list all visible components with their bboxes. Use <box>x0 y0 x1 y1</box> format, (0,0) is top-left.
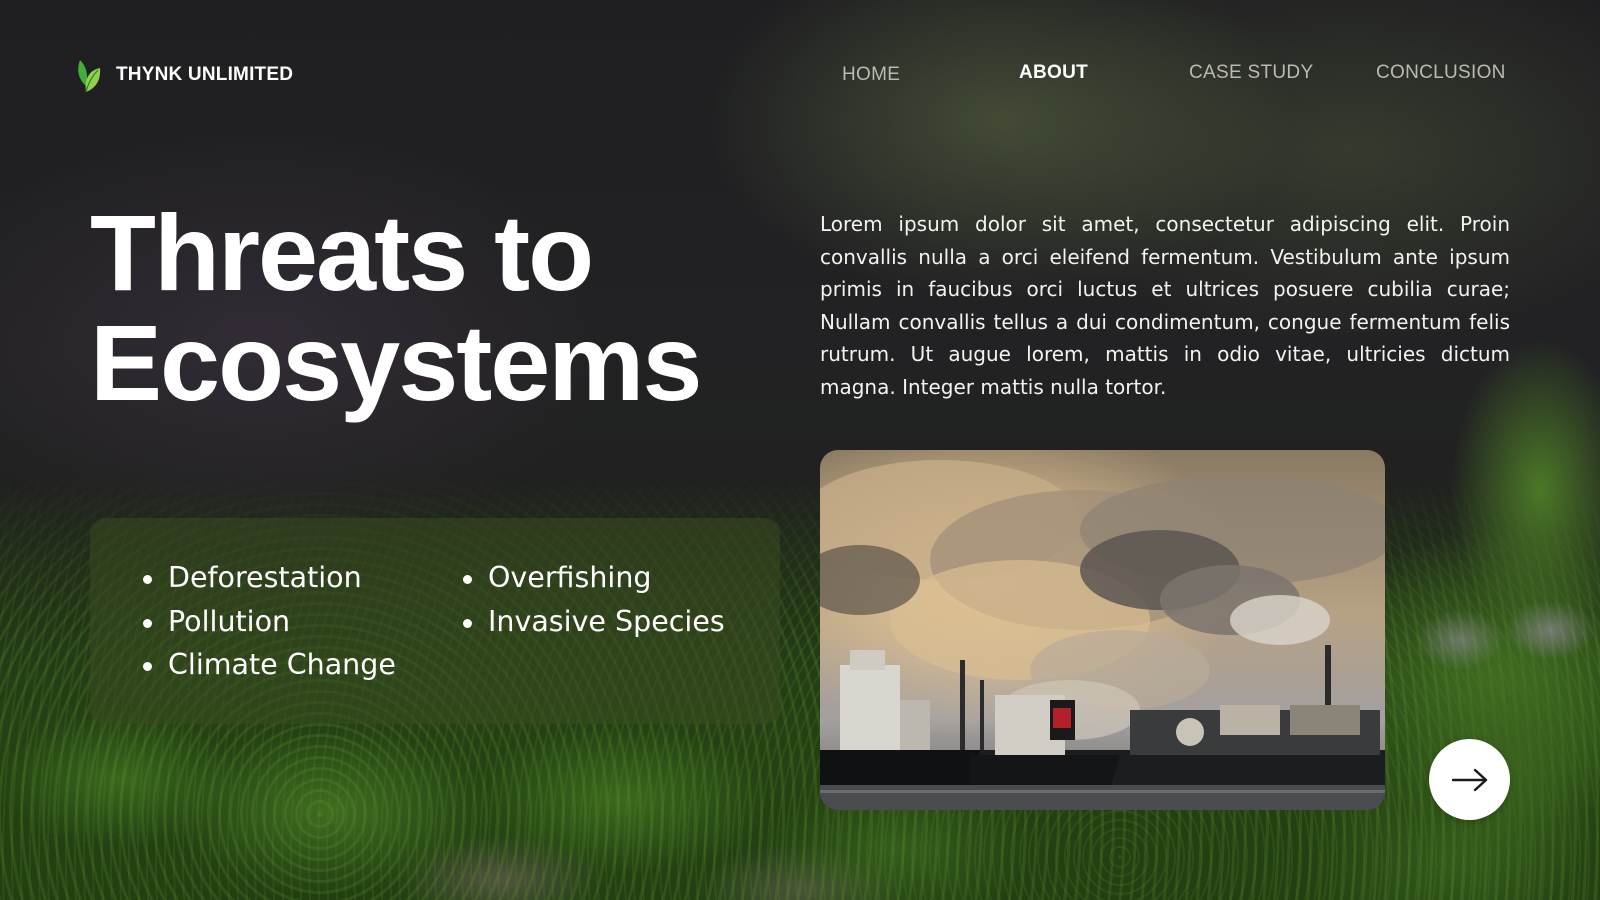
threats-list-1: Deforestation Pollution Climate Change <box>140 556 396 687</box>
nav-about[interactable]: ABOUT <box>1019 62 1088 84</box>
arrow-right-icon <box>1451 768 1489 792</box>
industrial-smoke-photo <box>820 450 1385 810</box>
page-title: Threats to Ecosystems <box>90 192 702 423</box>
list-item: Pollution <box>140 600 396 644</box>
threats-card: Deforestation Pollution Climate Change O… <box>90 518 780 724</box>
slide-page: THYNK UNLIMITED HOME ABOUT CASE STUDY CO… <box>0 0 1600 900</box>
intro-paragraph: Lorem ipsum dolor sit amet, consectetur … <box>820 212 1510 399</box>
nav-conclusion[interactable]: CONCLUSION <box>1376 62 1506 84</box>
list-item: Invasive Species <box>460 600 725 644</box>
threats-list-2: Overfishing Invasive Species <box>460 556 725 643</box>
list-item: Climate Change <box>140 643 396 687</box>
list-item: Overfishing <box>460 556 725 600</box>
top-nav: HOME ABOUT CASE STUDY CONCLUSION <box>0 62 1600 92</box>
next-button[interactable] <box>1429 739 1510 820</box>
list-item: Deforestation <box>140 556 396 600</box>
nav-home[interactable]: HOME <box>842 64 900 86</box>
title-line-2: Ecosystems <box>90 302 702 423</box>
nav-case-study[interactable]: CASE STUDY <box>1189 62 1313 84</box>
title-line-1: Threats to <box>90 192 594 313</box>
